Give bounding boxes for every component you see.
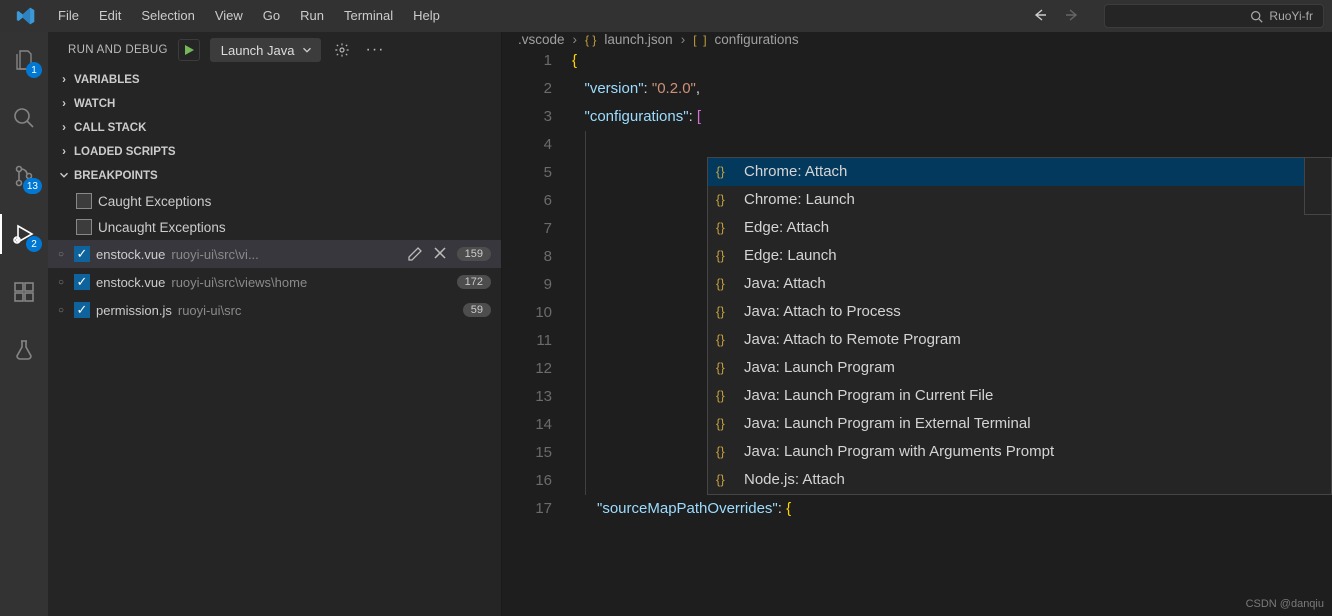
watermark: CSDN @danqiu: [1246, 598, 1324, 610]
checkbox-icon[interactable]: ✓: [74, 246, 90, 262]
suggestion-item[interactable]: {}Java: Attach to Remote Program: [708, 326, 1331, 354]
section-breakpoints[interactable]: BREAKPOINTS: [48, 164, 501, 188]
suggestion-item[interactable]: {}Edge: Attach: [708, 214, 1331, 242]
vscode-logo-icon: [14, 4, 38, 28]
breadcrumb[interactable]: .vscode › { } launch.json › [ ] configur…: [502, 32, 1332, 47]
launch-config-dropdown[interactable]: Launch Java: [210, 38, 322, 62]
snippet-icon: {}: [716, 186, 734, 214]
command-center-search[interactable]: RuoYi-fr: [1104, 4, 1324, 28]
menu-edit[interactable]: Edit: [89, 0, 131, 32]
line-badge: 159: [457, 247, 491, 261]
intellisense-popup[interactable]: {}Chrome: Attach{}Chrome: Launch{}Edge: …: [707, 157, 1332, 495]
suggestion-item[interactable]: {}Java: Attach to Process: [708, 298, 1331, 326]
menu-file[interactable]: File: [48, 0, 89, 32]
snippet-icon: {}: [716, 438, 734, 466]
snippet-icon: {}: [716, 354, 734, 382]
breadcrumb-folder: .vscode: [518, 32, 565, 47]
open-launch-json-button[interactable]: [331, 39, 353, 61]
suggestion-item[interactable]: {}Java: Launch Program: [708, 354, 1331, 382]
snippet-icon: {}: [716, 214, 734, 242]
launch-config-label: Launch Java: [221, 43, 295, 58]
snippet-icon: {}: [716, 410, 734, 438]
section-callstack[interactable]: ›CALL STACK: [48, 116, 501, 140]
activity-search[interactable]: [0, 98, 48, 138]
edit-icon[interactable]: [407, 246, 423, 262]
suggestion-item[interactable]: {}Java: Launch Program in External Termi…: [708, 410, 1331, 438]
close-icon[interactable]: [433, 246, 447, 260]
section-watch[interactable]: ›WATCH: [48, 92, 501, 116]
activity-run-debug[interactable]: 2: [0, 214, 48, 254]
breakpoint-dot-icon: ○: [54, 305, 68, 316]
editor-area: JSjs 9+, MJSpermission.jsMJSdept.jsJSysD…: [502, 32, 1332, 616]
checkbox-icon[interactable]: ✓: [74, 274, 90, 290]
snippet-icon: {}: [716, 158, 734, 186]
debug-badge: 2: [26, 236, 42, 252]
debug-side-panel: RUN AND DEBUG Launch Java ··· ›VARIABLES…: [48, 32, 502, 616]
menu-view[interactable]: View: [205, 0, 253, 32]
checkbox-icon[interactable]: ✓: [74, 302, 90, 318]
suggestion-item[interactable]: {}Node.js: Attach: [708, 466, 1331, 494]
start-debug-button[interactable]: [178, 39, 200, 61]
panel-title: RUN AND DEBUG: [68, 44, 168, 56]
breakpoint-row[interactable]: ○ ✓ enstock.vue ruoyi-ui\src\vi... 159: [48, 240, 501, 268]
checkbox-icon[interactable]: [76, 219, 92, 235]
suggestion-item[interactable]: {}Chrome: Attach: [708, 158, 1331, 186]
explorer-badge: 1: [26, 62, 42, 78]
suggestion-item[interactable]: {}Chrome: Launch: [708, 186, 1331, 214]
search-placeholder: RuoYi-fr: [1269, 9, 1313, 23]
breakpoint-dot-icon: ○: [54, 249, 68, 260]
activity-bar: 1 13 2: [0, 32, 48, 616]
snippet-icon: {}: [716, 298, 734, 326]
menu-selection[interactable]: Selection: [131, 0, 204, 32]
snippet-icon: {}: [716, 382, 734, 410]
code-editor[interactable]: 1234567891011121314151617 { "version": "…: [502, 47, 1332, 616]
menu-go[interactable]: Go: [253, 0, 290, 32]
breadcrumb-node: configurations: [715, 32, 799, 47]
suggestion-doc-popup: At de: [1304, 157, 1332, 215]
menu-terminal[interactable]: Terminal: [334, 0, 403, 32]
line-gutter: 1234567891011121314151617: [502, 47, 572, 616]
line-badge: 172: [457, 275, 491, 289]
breakpoint-builtin[interactable]: Caught Exceptions: [52, 188, 501, 214]
menu-run[interactable]: Run: [290, 0, 334, 32]
suggestion-item[interactable]: {}Java: Launch Program in Current File: [708, 382, 1331, 410]
checkbox-icon[interactable]: [76, 193, 92, 209]
activity-extensions[interactable]: [0, 272, 48, 312]
breakpoint-row[interactable]: ○ ✓ permission.js ruoyi-ui\src 59: [48, 296, 501, 324]
suggestion-item[interactable]: {}Edge: Launch: [708, 242, 1331, 270]
breadcrumb-file: launch.json: [604, 32, 672, 47]
snippet-icon: {}: [716, 270, 734, 298]
menu-help[interactable]: Help: [403, 0, 450, 32]
code-text[interactable]: { "version": "0.2.0", "configurations": …: [572, 47, 1332, 616]
snippet-icon: {}: [716, 242, 734, 270]
snippet-icon: {}: [716, 326, 734, 354]
suggestion-item[interactable]: {}Java: Launch Program with Arguments Pr…: [708, 438, 1331, 466]
nav-back-icon[interactable]: [1032, 7, 1048, 26]
line-badge: 59: [463, 303, 491, 317]
activity-explorer[interactable]: 1: [0, 40, 48, 80]
breakpoint-dot-icon: ○: [54, 277, 68, 288]
section-variables[interactable]: ›VARIABLES: [48, 68, 501, 92]
suggestion-item[interactable]: {}Java: Attach: [708, 270, 1331, 298]
breakpoint-row[interactable]: ○ ✓ enstock.vue ruoyi-ui\src\views\home …: [48, 268, 501, 296]
snippet-icon: {}: [716, 466, 734, 494]
nav-forward-icon[interactable]: [1064, 7, 1080, 26]
scm-badge: 13: [23, 178, 42, 194]
activity-testing[interactable]: [0, 330, 48, 370]
section-loaded-scripts[interactable]: ›LOADED SCRIPTS: [48, 140, 501, 164]
breakpoint-builtin[interactable]: Uncaught Exceptions: [52, 214, 501, 240]
panel-more-button[interactable]: ···: [363, 41, 386, 59]
menu-bar: FileEditSelectionViewGoRunTerminalHelp R…: [0, 0, 1332, 32]
activity-source-control[interactable]: 13: [0, 156, 48, 196]
